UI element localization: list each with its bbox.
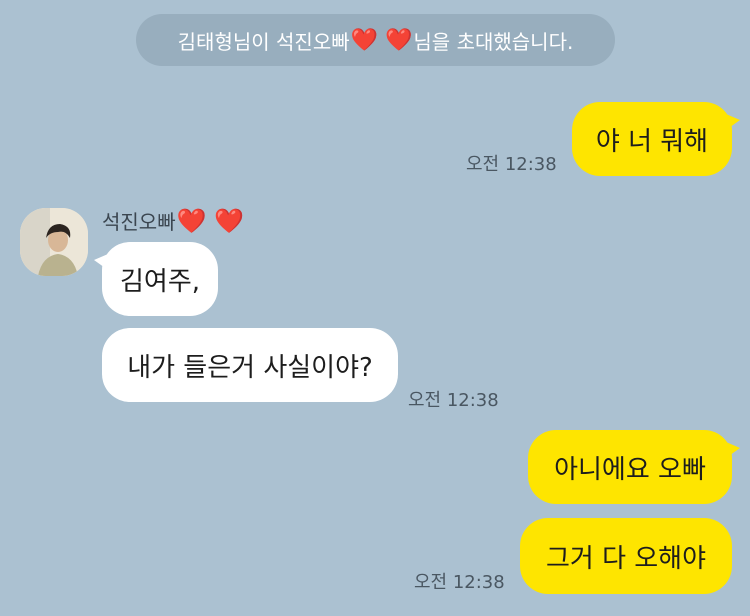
heart-icon: ❤️ ❤️ (176, 207, 245, 235)
their-message-bubble[interactable]: 내가 들은거 사실이야? (102, 328, 398, 402)
my-message-bubble[interactable]: 그거 다 오해야 (520, 518, 732, 594)
avatar-photo-icon (20, 208, 88, 276)
sender-name: 석진오빠❤️ ❤️ (102, 206, 245, 235)
system-notice: 김태형님이 석진오빠 ❤️ ❤️ 님을 초대했습니다. (136, 14, 615, 66)
message-time: 오전 12:38 (414, 572, 505, 593)
message-time: 오전 12:38 (408, 390, 499, 411)
sender-name-text: 석진오빠 (102, 210, 176, 234)
their-message-bubble[interactable]: 김여주, (94, 242, 218, 316)
my-message-bubble[interactable]: 아니에요 오빠 (528, 430, 740, 504)
profile-avatar[interactable] (20, 208, 88, 276)
notice-prefix: 김태형님이 석진오빠 (177, 29, 350, 54)
my-message-bubble[interactable]: 야 너 뭐해 (572, 102, 740, 176)
notice-suffix: 님을 초대했습니다. (413, 29, 574, 54)
heart-icon: ❤️ ❤️ (350, 27, 413, 53)
message-time: 오전 12:38 (466, 154, 557, 175)
